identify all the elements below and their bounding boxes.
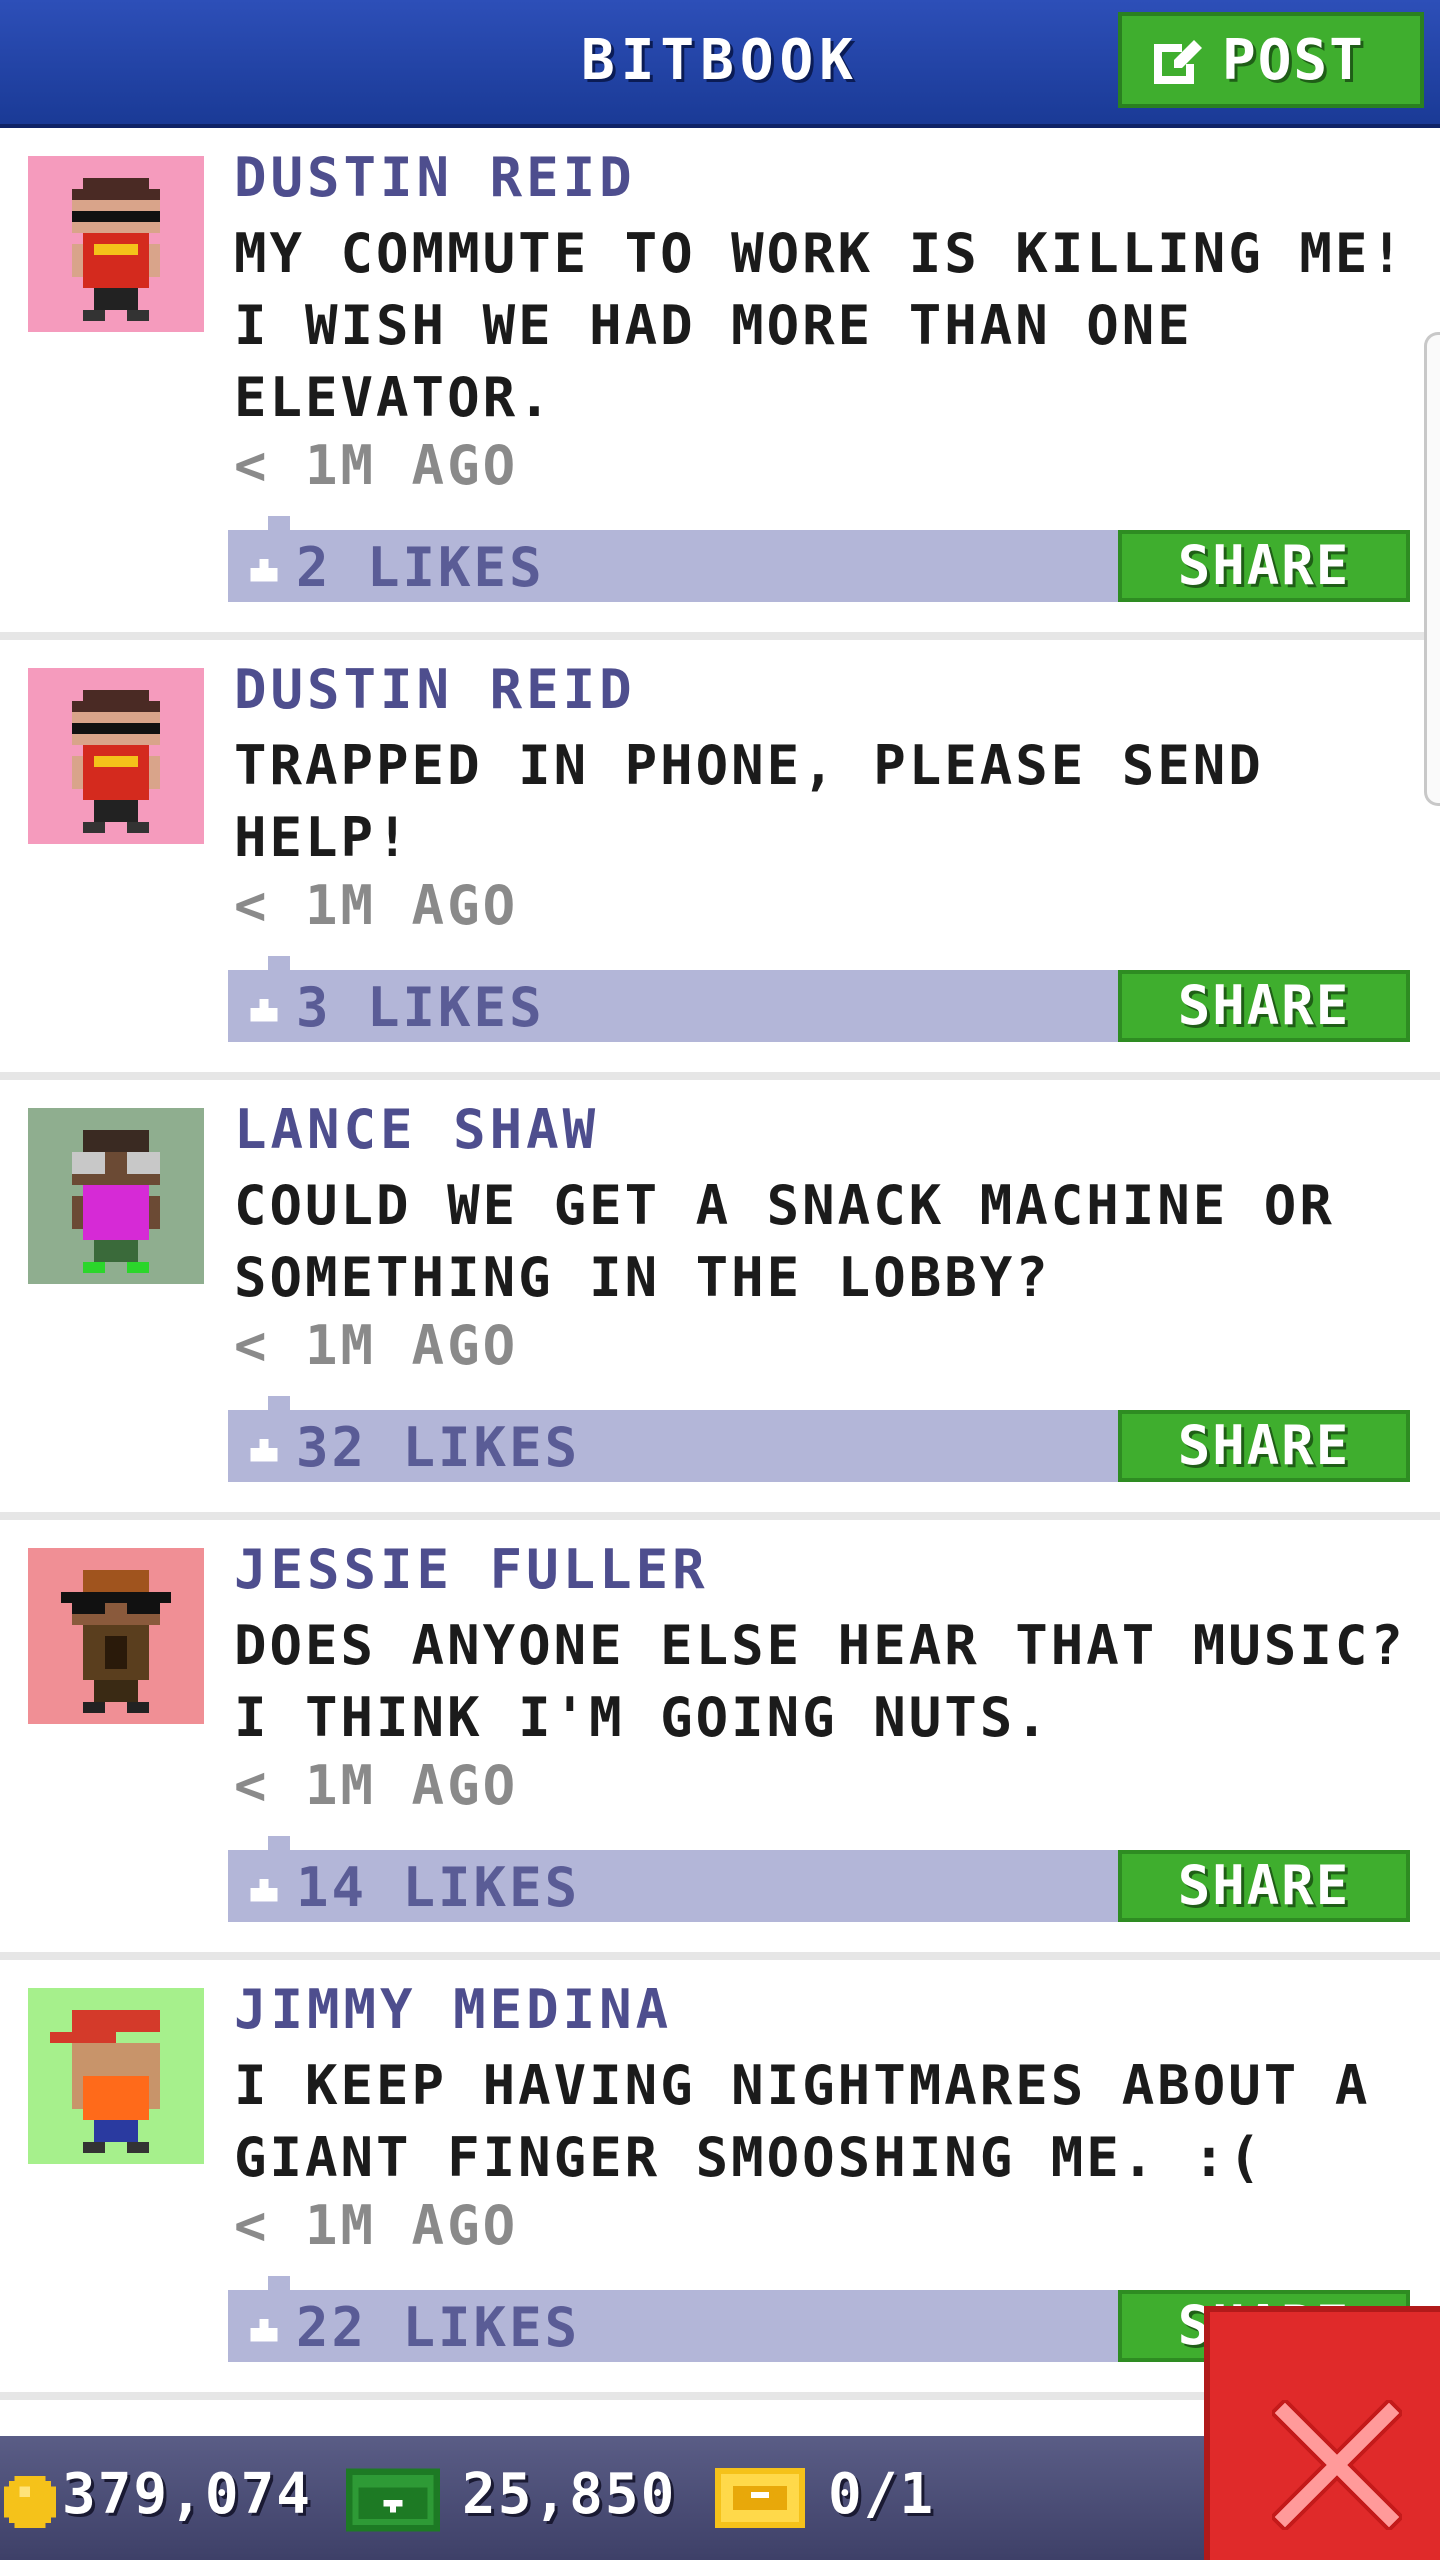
avatar bbox=[28, 668, 204, 844]
ticket-count: 0/1 bbox=[828, 2462, 936, 2527]
share-button[interactable]: SHARE bbox=[1118, 970, 1410, 1042]
close-icon bbox=[1272, 2400, 1402, 2530]
bux-icon bbox=[346, 2468, 440, 2532]
like-count-label: 14 LIKES bbox=[296, 1856, 581, 1919]
coin-icon bbox=[4, 2476, 56, 2528]
post-author[interactable]: JESSIE FULLER bbox=[234, 1538, 709, 1601]
like-bar-tab bbox=[268, 1836, 290, 1850]
ticket-icon bbox=[715, 2468, 805, 2528]
compose-icon bbox=[1154, 40, 1202, 84]
post-button-label: POST bbox=[1222, 27, 1365, 93]
like-count-label: 22 LIKES bbox=[296, 2296, 581, 2359]
post-timestamp: < 1M AGO bbox=[234, 874, 519, 937]
post-author[interactable]: DUSTIN REID bbox=[234, 658, 636, 721]
feed-post: DUSTIN REID MY COMMUTE TO WORK IS KILLIN… bbox=[0, 128, 1440, 640]
post-timestamp: < 1M AGO bbox=[234, 434, 519, 497]
avatar bbox=[28, 1988, 204, 2164]
like-count-label: 32 LIKES bbox=[296, 1416, 581, 1479]
post-text: COULD WE GET A SNACK MACHINE OR SOMETHIN… bbox=[234, 1174, 1335, 1309]
like-count[interactable]: 14 LIKES bbox=[246, 1856, 580, 1919]
like-count[interactable]: 22 LIKES bbox=[246, 2296, 580, 2359]
like-count[interactable]: 3 LIKES bbox=[246, 976, 545, 1039]
post-text: DOES ANYONE ELSE HEAR THAT MUSIC? I THIN… bbox=[234, 1614, 1406, 1749]
share-button[interactable]: SHARE bbox=[1118, 1410, 1410, 1482]
news-feed: DUSTIN REID MY COMMUTE TO WORK IS KILLIN… bbox=[0, 128, 1440, 2400]
like-bar: 3 LIKES SHARE bbox=[228, 956, 1410, 1042]
post-timestamp: < 1M AGO bbox=[234, 2194, 519, 2257]
thumbs-up-icon bbox=[250, 1438, 278, 1461]
feed-post: LANCE SHAW COULD WE GET A SNACK MACHINE … bbox=[0, 1080, 1440, 1520]
close-button[interactable] bbox=[1204, 2306, 1440, 2560]
post-author[interactable]: LANCE SHAW bbox=[234, 1098, 599, 1161]
post-text: MY COMMUTE TO WORK IS KILLING ME! I WISH… bbox=[234, 222, 1406, 429]
post-timestamp: < 1M AGO bbox=[234, 1314, 519, 1377]
like-bar-tab bbox=[268, 2276, 290, 2290]
coin-count: 379,074 bbox=[62, 2462, 313, 2527]
post-timestamp: < 1M AGO bbox=[234, 1754, 519, 1817]
avatar bbox=[28, 1548, 204, 1724]
like-count[interactable]: 32 LIKES bbox=[246, 1416, 580, 1479]
post-author[interactable]: JIMMY MEDINA bbox=[234, 1978, 672, 2041]
post-author[interactable]: DUSTIN REID bbox=[234, 146, 636, 209]
like-bar: 2 LIKES SHARE bbox=[228, 516, 1410, 602]
post-text: TRAPPED IN PHONE, PLEASE SEND HELP! bbox=[234, 734, 1264, 869]
avatar bbox=[28, 156, 204, 332]
avatar bbox=[28, 1108, 204, 1284]
like-bar-tab bbox=[268, 956, 290, 970]
like-count-label: 2 LIKES bbox=[296, 536, 545, 599]
feed-post: DUSTIN REID TRAPPED IN PHONE, PLEASE SEN… bbox=[0, 640, 1440, 1080]
bux-count: 25,850 bbox=[462, 2462, 677, 2527]
like-bar-tab bbox=[268, 1396, 290, 1410]
post-text: I KEEP HAVING NIGHTMARES ABOUT A GIANT F… bbox=[234, 2054, 1371, 2189]
like-bar: 32 LIKES SHARE bbox=[228, 1396, 1410, 1482]
thumbs-up-icon bbox=[250, 1878, 278, 1901]
thumbs-up-icon bbox=[250, 2318, 278, 2341]
like-bar-tab bbox=[268, 516, 290, 530]
app-header: BITBOOK POST bbox=[0, 0, 1440, 128]
like-count-label: 3 LIKES bbox=[296, 976, 545, 1039]
like-bar: 14 LIKES SHARE bbox=[228, 1836, 1410, 1922]
thumbs-up-icon bbox=[250, 998, 278, 1021]
like-count[interactable]: 2 LIKES bbox=[246, 536, 545, 599]
post-button[interactable]: POST bbox=[1118, 12, 1424, 108]
thumbs-up-icon bbox=[250, 558, 278, 581]
share-button[interactable]: SHARE bbox=[1118, 530, 1410, 602]
scrollbar[interactable] bbox=[1424, 332, 1440, 806]
share-button[interactable]: SHARE bbox=[1118, 1850, 1410, 1922]
feed-post: JESSIE FULLER DOES ANYONE ELSE HEAR THAT… bbox=[0, 1520, 1440, 1960]
